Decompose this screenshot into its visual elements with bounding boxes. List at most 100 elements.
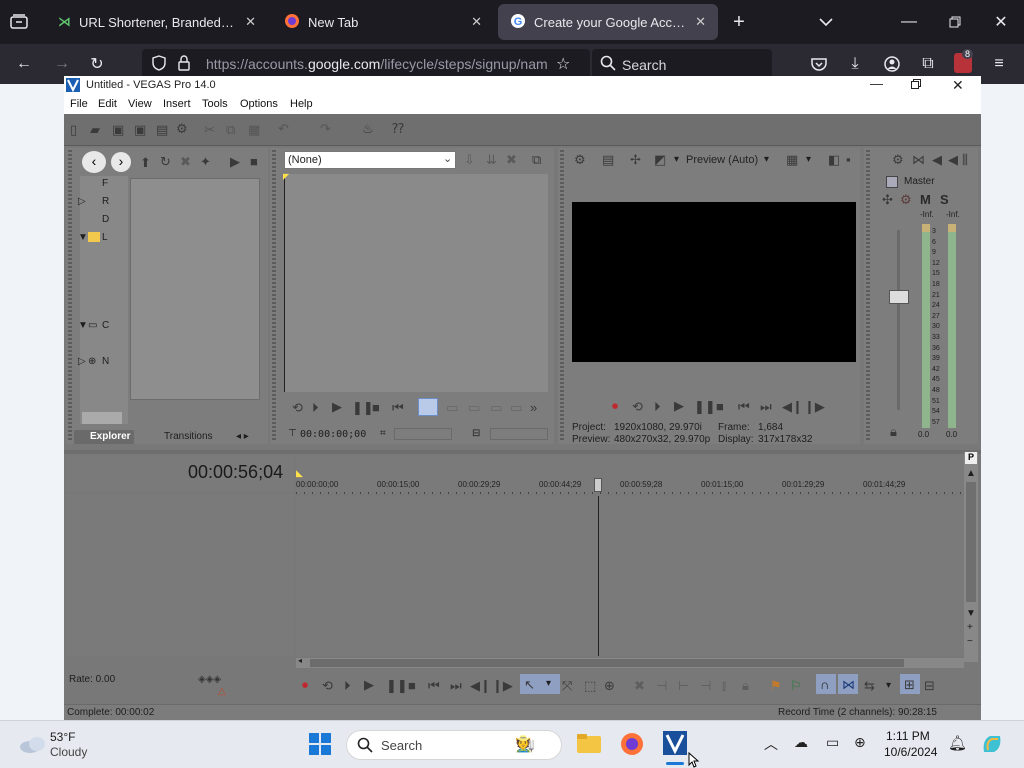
duration-field[interactable]: [490, 428, 548, 440]
dock-gripper[interactable]: [272, 150, 276, 440]
clock-date[interactable]: 10/6/2024: [884, 745, 937, 759]
loop-icon[interactable]: ⟲: [632, 399, 643, 415]
copilot-icon[interactable]: [980, 732, 1006, 758]
close-icon[interactable]: ✕: [471, 14, 482, 30]
external-monitor-icon[interactable]: ▤: [602, 152, 614, 168]
render-icon[interactable]: ▤: [156, 122, 168, 138]
tree-item-recent[interactable]: R: [102, 196, 109, 207]
close-window-icon[interactable]: ✕: [990, 12, 1012, 32]
tab-transitions[interactable]: Transitions: [164, 431, 213, 442]
dock-gripper[interactable]: [560, 150, 564, 440]
fx-gear-icon[interactable]: ⚙: [900, 192, 912, 208]
pocket-icon[interactable]: [808, 54, 830, 74]
zoom-in-icon[interactable]: +: [967, 622, 973, 633]
play-icon[interactable]: ▶: [332, 399, 342, 415]
tree-item-computer[interactable]: C: [102, 320, 109, 331]
back-chevron-icon[interactable]: ‹: [82, 151, 106, 173]
ripple-edit-icon[interactable]: ⇆: [864, 678, 875, 694]
extensions-puzzle-icon[interactable]: ⧉: [917, 54, 939, 74]
snapping-button[interactable]: ∩: [816, 674, 836, 694]
whats-this-help-icon[interactable]: ⁇: [392, 121, 404, 137]
preview-quality-dropdown[interactable]: Preview (Auto): [686, 154, 758, 166]
go-to-start-icon[interactable]: ⏮: [738, 399, 750, 415]
stop-icon[interactable]: ■: [372, 400, 380, 415]
chevron-up-icon[interactable]: ︿: [764, 734, 778, 754]
forward-arrow-icon[interactable]: →: [50, 54, 74, 74]
tree-item-favorites[interactable]: F: [102, 178, 108, 189]
tree-item-network[interactable]: N: [102, 356, 109, 367]
horizontal-scrollbar[interactable]: ◂: [296, 656, 964, 668]
trimmer-history-icon[interactable]: ⧉: [532, 152, 541, 168]
menu-options[interactable]: Options: [240, 98, 278, 110]
close-icon[interactable]: ✕: [245, 14, 256, 30]
minimize-icon[interactable]: —: [870, 76, 883, 91]
play-from-start-icon[interactable]: ⏵: [344, 678, 351, 694]
preview-settings-gear-icon[interactable]: ⚙: [574, 152, 586, 168]
network-globe-icon[interactable]: ⊕: [854, 734, 866, 751]
overwrite-icon[interactable]: ▭: [468, 400, 480, 416]
taskbar-search[interactable]: Search 🧑‍🌾: [346, 730, 562, 760]
split-screen-icon[interactable]: ✢: [630, 152, 641, 168]
paste-icon[interactable]: ▦: [248, 122, 260, 138]
cut-icon[interactable]: ✂: [204, 122, 215, 138]
stop-icon[interactable]: ■: [408, 678, 416, 693]
insert-marker-icon[interactable]: ⚑: [770, 678, 782, 694]
trim-end-icon[interactable]: ⊣: [700, 678, 711, 694]
refresh-icon[interactable]: ↻: [160, 154, 171, 170]
overlays-grid-icon[interactable]: ▦: [786, 152, 798, 168]
browser-search-bar[interactable]: Search: [592, 49, 772, 79]
new-file-icon[interactable]: ▯: [70, 122, 77, 138]
video-preview-screen[interactable]: [572, 202, 856, 362]
close-icon[interactable]: ✕: [695, 14, 706, 30]
onedrive-offline-icon[interactable]: ☁: [794, 734, 808, 751]
delete-icon[interactable]: ✖: [634, 678, 645, 694]
menu-view[interactable]: View: [128, 98, 152, 110]
play-from-start-icon[interactable]: ⏵: [654, 399, 661, 415]
up-folder-icon[interactable]: ⬆: [140, 155, 151, 171]
previous-frame-icon[interactable]: ◀❙: [470, 678, 491, 694]
loop-icon[interactable]: ⟲: [292, 400, 303, 416]
channel-meter-icon[interactable]: ⫼: [962, 152, 968, 168]
back-arrow-icon[interactable]: ←: [12, 54, 36, 74]
pan-crosshair-icon[interactable]: ✣: [882, 192, 893, 208]
more-double-chevron-icon[interactable]: »: [530, 400, 537, 415]
open-folder-icon[interactable]: ▰: [90, 122, 100, 138]
tracking-shield-icon[interactable]: [152, 55, 166, 74]
tab-overview-icon[interactable]: [8, 12, 30, 32]
dock-gripper[interactable]: [866, 150, 870, 440]
chevron-down-icon[interactable]: ▾: [806, 154, 811, 165]
previous-frame-icon[interactable]: ◀❙: [782, 399, 803, 415]
menu-tools[interactable]: Tools: [202, 98, 228, 110]
save-as-icon[interactable]: ▣: [134, 122, 146, 138]
ignore-grouping-icon[interactable]: ⊟: [924, 678, 935, 694]
dock-gripper[interactable]: [68, 150, 72, 440]
redo-icon[interactable]: ↷: [320, 121, 331, 137]
tab-list-chevron-down-icon[interactable]: [816, 12, 836, 32]
new-tab-button[interactable]: +: [728, 11, 750, 33]
pin-icon[interactable]: P: [965, 452, 977, 464]
chevron-down-icon[interactable]: ▾: [764, 154, 769, 165]
menu-insert[interactable]: Insert: [163, 98, 191, 110]
selection-length-field[interactable]: [394, 428, 452, 440]
expand-arrow-icon[interactable]: ▷: [78, 196, 86, 207]
add-to-timeline-button[interactable]: [418, 398, 438, 416]
auto-crossfade-button[interactable]: ⋈: [838, 674, 858, 694]
notification-bell-icon[interactable]: 🔔︎: [948, 734, 967, 752]
restore-icon[interactable]: [944, 12, 966, 32]
collapse-arrow-icon[interactable]: ▼: [78, 320, 88, 331]
play-preview-icon[interactable]: ▶: [230, 154, 240, 170]
fit-icon[interactable]: ▭: [510, 400, 522, 416]
properties-gear-icon[interactable]: ⚙: [176, 121, 188, 137]
tab-scroll-arrows-icon[interactable]: ◂ ▸: [236, 431, 249, 442]
trimmer-media-dropdown[interactable]: (None) ⌄: [284, 151, 456, 169]
downmix-icon[interactable]: ⋈: [912, 152, 925, 168]
bookmark-star-icon[interactable]: ☆: [556, 54, 570, 74]
file-list[interactable]: [130, 178, 260, 400]
horizontal-scrollbar[interactable]: [82, 412, 122, 424]
volume-fader-track[interactable]: [897, 230, 900, 410]
tab-explorer[interactable]: Explorer: [74, 430, 134, 444]
minimize-icon[interactable]: —: [898, 12, 920, 32]
stop-icon[interactable]: ■: [716, 399, 724, 414]
vegas-taskbar-icon[interactable]: [662, 730, 690, 758]
timeline-ruler[interactable]: ◣ 00:00:00;00 00:00:15;00 00:00:29;29 00:00…: [296, 454, 964, 494]
